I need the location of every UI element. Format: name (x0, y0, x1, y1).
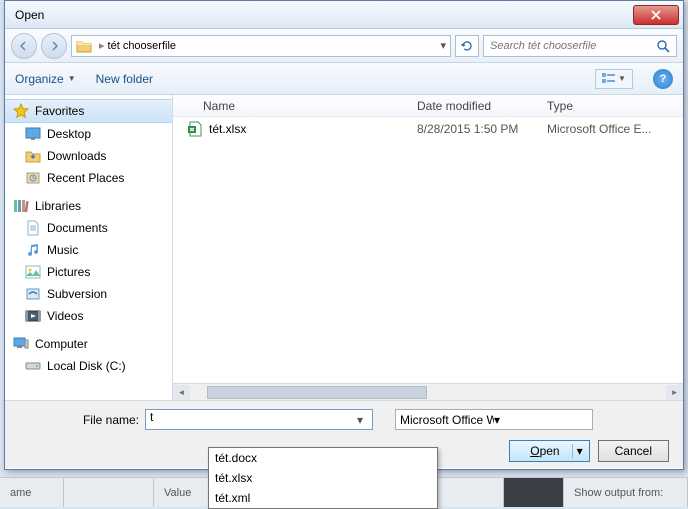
navigation-bar: ▸ tét chooserfile ▾ (5, 29, 683, 63)
sidebar[interactable]: Favorites Desktop Downloads Recent Place… (5, 95, 173, 400)
sidebar-desktop[interactable]: Desktop (5, 123, 172, 145)
address-dropdown[interactable]: ▾ (440, 39, 446, 52)
breadcrumb-separator-icon: ▸ (99, 39, 105, 52)
file-date: 8/28/2015 1:50 PM (417, 122, 547, 136)
filename-label: File name: (19, 413, 139, 427)
file-list: Name Date modified Type tét.xlsx 8/28/20… (173, 95, 683, 400)
downloads-icon (25, 148, 41, 164)
sidebar-documents[interactable]: Documents (5, 217, 172, 239)
titlebar[interactable]: Open (5, 1, 683, 29)
column-type[interactable]: Type (547, 99, 675, 113)
column-date[interactable]: Date modified (417, 99, 547, 113)
bg-output-label: Show output from: (564, 478, 688, 507)
refresh-icon (460, 39, 474, 53)
forward-button[interactable] (41, 33, 67, 59)
libraries-icon (13, 198, 29, 214)
new-folder-button[interactable]: New folder (96, 72, 153, 86)
column-name[interactable]: Name (181, 99, 417, 113)
desktop-icon (25, 126, 41, 142)
sidebar-pictures[interactable]: Pictures (5, 261, 172, 283)
back-button[interactable] (11, 33, 37, 59)
folder-icon (76, 39, 92, 53)
excel-icon (187, 121, 203, 137)
sidebar-recent[interactable]: Recent Places (5, 167, 172, 189)
recent-icon (25, 170, 41, 186)
toolbar: Organize▼ New folder ▼ ? (5, 63, 683, 95)
star-icon (13, 103, 29, 119)
computer-icon (13, 336, 29, 352)
autocomplete-item[interactable]: tét.xml (209, 488, 437, 508)
column-headers[interactable]: Name Date modified Type (173, 95, 683, 117)
pictures-icon (25, 264, 41, 280)
view-icon (602, 73, 616, 85)
search-input[interactable] (490, 40, 656, 52)
filename-input[interactable]: t ▾ (145, 409, 373, 430)
sidebar-computer[interactable]: Computer (5, 333, 172, 355)
cancel-button[interactable]: Cancel (598, 440, 669, 462)
drive-icon (25, 358, 41, 374)
horizontal-scrollbar[interactable]: ◂▸ (173, 383, 683, 400)
open-button[interactable]: Open▾ (509, 440, 589, 462)
sidebar-videos[interactable]: Videos (5, 305, 172, 327)
videos-icon (25, 308, 41, 324)
sidebar-downloads[interactable]: Downloads (5, 145, 172, 167)
dialog-title: Open (9, 8, 633, 22)
close-button[interactable] (633, 5, 679, 25)
filetype-select[interactable]: Microsoft Office Word Docume▾ (395, 409, 593, 430)
address-bar[interactable]: ▸ tét chooserfile ▾ (71, 35, 451, 57)
open-split-button[interactable]: ▾ (572, 444, 583, 458)
sidebar-subversion[interactable]: Subversion (5, 283, 172, 305)
file-name: tét.xlsx (209, 122, 246, 136)
documents-icon (25, 220, 41, 236)
open-dialog: Open ▸ tét chooserfile ▾ Organize▼ New f… (4, 0, 684, 470)
help-button[interactable]: ? (653, 69, 673, 89)
sidebar-music[interactable]: Music (5, 239, 172, 261)
sidebar-favorites[interactable]: Favorites (5, 99, 172, 123)
search-box[interactable] (483, 35, 677, 57)
bg-name-col: ame (0, 478, 64, 507)
breadcrumb-folder[interactable]: tét chooserfile (108, 40, 176, 52)
close-icon (651, 10, 661, 20)
sidebar-libraries[interactable]: Libraries (5, 195, 172, 217)
refresh-button[interactable] (455, 35, 479, 57)
view-options-button[interactable]: ▼ (595, 69, 633, 89)
subversion-icon (25, 286, 41, 302)
autocomplete-item[interactable]: tét.xlsx (209, 468, 437, 488)
file-row[interactable]: tét.xlsx 8/28/2015 1:50 PM Microsoft Off… (173, 117, 683, 141)
chevron-down-icon: ▾ (494, 413, 588, 427)
file-type: Microsoft Office E... (547, 122, 675, 136)
sidebar-localdisk[interactable]: Local Disk (C:) (5, 355, 172, 377)
music-icon (25, 242, 41, 258)
autocomplete-item[interactable]: tét.docx (209, 448, 437, 468)
organize-button[interactable]: Organize▼ (15, 72, 76, 86)
search-icon[interactable] (656, 39, 670, 53)
chevron-down-icon[interactable]: ▾ (357, 413, 370, 426)
autocomplete-dropdown[interactable]: tét.docx tét.xlsx tét.xml (208, 447, 438, 509)
